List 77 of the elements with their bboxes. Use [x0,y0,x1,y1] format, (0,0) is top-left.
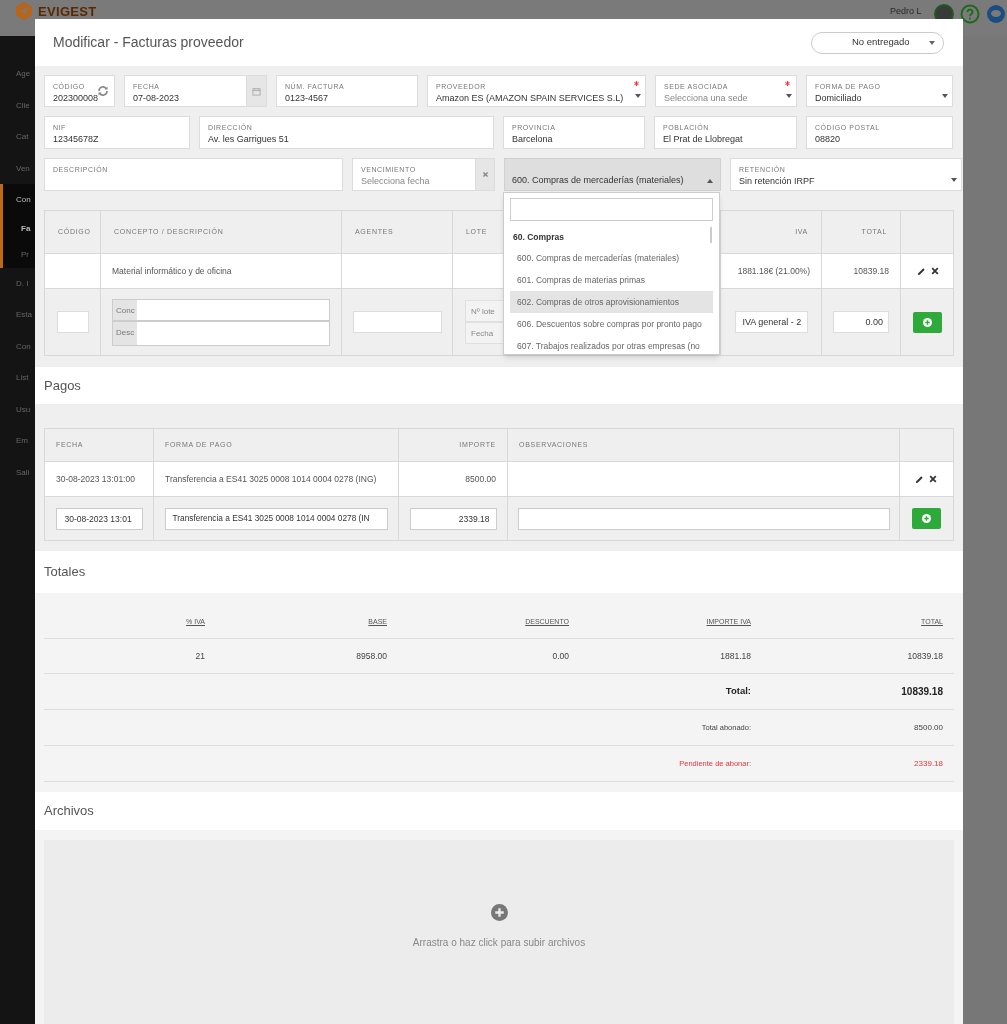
input-field[interactable]: 12345678Z [53,132,189,146]
sidebar-item[interactable]: Con [3,184,35,216]
table-cell: Material informático y de oficina [112,264,232,278]
caret-icon [635,94,641,98]
logo-icon [14,1,34,21]
section-title: Archivos [44,802,94,821]
caret-icon [929,40,935,45]
table-cell: 30-08-2023 13:01:00 [56,472,135,486]
input-field[interactable]: Domiciliado [815,91,938,105]
table-cell: 8500.00 [465,472,496,486]
dropdown-option[interactable]: 606. Descuentos sobre compras por pronto pago [510,313,713,335]
input-field[interactable]: Amazon ES (AMAZON SPAIN SERVICES S.L) [436,91,631,105]
account-select[interactable]: 600. Compras de mercaderías (materiales) [504,158,721,191]
input-field[interactable]: Desc [112,320,330,346]
select-field[interactable]: IVA general - 2 [734,311,808,333]
select-field[interactable]: Transferencia a ES41 3025 0008 1014 0004 0278 (IN [164,507,388,530]
dropdown-option[interactable]: 602. Compras de otros aprovisionamientos [510,291,713,313]
caret-icon [786,94,792,98]
summary-label: Total: [725,684,751,699]
edit-icon[interactable] [916,266,926,276]
summary-value: 8500.00 [914,721,943,734]
calendar-icon [252,86,261,96]
edit-icon[interactable] [915,474,924,484]
input-field[interactable]: 202300008 [53,91,114,105]
input-field[interactable]: 0.00 [833,311,889,333]
sidebar-subitem[interactable]: Pr [3,241,35,268]
upload-hint: Arrastra o haz click para subir archivos [412,936,586,950]
add-button[interactable] [913,311,942,333]
table-cell: 1881.18€ (21.00%) [737,264,810,278]
input-field[interactable] [352,311,442,333]
input-field[interactable]: Barcelona [512,132,644,146]
input-field[interactable]: 07-08-2023 [133,91,246,105]
refresh-icon[interactable] [97,85,109,97]
caret-icon [951,177,957,182]
input-field[interactable]: Selecciona fecha [361,174,475,188]
table-cell: 0.00 [552,649,569,663]
input-field[interactable]: 08820 [815,132,952,146]
delete-icon[interactable] [930,267,939,275]
dropdown-option[interactable]: 600. Compras de mercaderías (materiales) [510,247,713,269]
input-field[interactable]: Conc [112,298,330,321]
summary-value: 2339.18 [914,757,943,770]
section-title: Pagos [44,376,81,395]
table-cell: 21 [195,649,205,663]
delete-icon[interactable] [929,475,937,483]
logo-text: EVIGEST [38,4,97,18]
input-addon: Desc [113,321,137,345]
summary-value: 10839.18 [901,685,943,699]
add-icon [921,514,931,523]
search-field[interactable] [510,198,713,221]
input-addon: Conc [113,299,137,320]
table-cell: Transferencia a ES41 3025 0008 1014 0004 0278 (ING) [165,472,377,486]
help-icon[interactable] [960,4,980,24]
dropdown-option[interactable]: 607. Trabajos realizados por otras empresas (no [510,335,713,354]
table-cell: 8958.00 [356,649,387,663]
add-icon [490,904,508,921]
input-field[interactable]: 30-08-2023 13:01 [55,507,143,530]
table-cell: 10839.18 [907,649,943,663]
input-field[interactable]: El Prat de Llobregat [663,132,796,146]
input-field[interactable]: Av. les Garrigues 51 [208,132,493,146]
add-button[interactable] [911,508,941,529]
table-cell: 10839.18 [853,264,889,278]
input-field[interactable]: 0123-4567 [285,91,417,105]
input-field[interactable]: 2339.18 [409,507,497,530]
table-cell: 1881.18 [720,649,751,663]
option-group: 60. Compras [510,227,565,247]
section-title: Totales [44,563,86,582]
input-field[interactable]: Sin retención IRPF [739,174,947,188]
add-icon [923,317,932,327]
input-field[interactable]: Selecciona una sede [664,91,782,105]
dropdown-option[interactable]: 601. Compras de materias primas [510,269,713,291]
input-field[interactable] [56,311,89,333]
input-field[interactable] [517,507,890,530]
caret-icon [942,94,948,98]
modal-title: Modificar - Facturas proveedor [53,33,244,52]
scrollbar[interactable] [710,227,712,243]
clear-icon[interactable] [481,171,489,178]
sidebar-subitem[interactable]: Fa [3,215,35,242]
